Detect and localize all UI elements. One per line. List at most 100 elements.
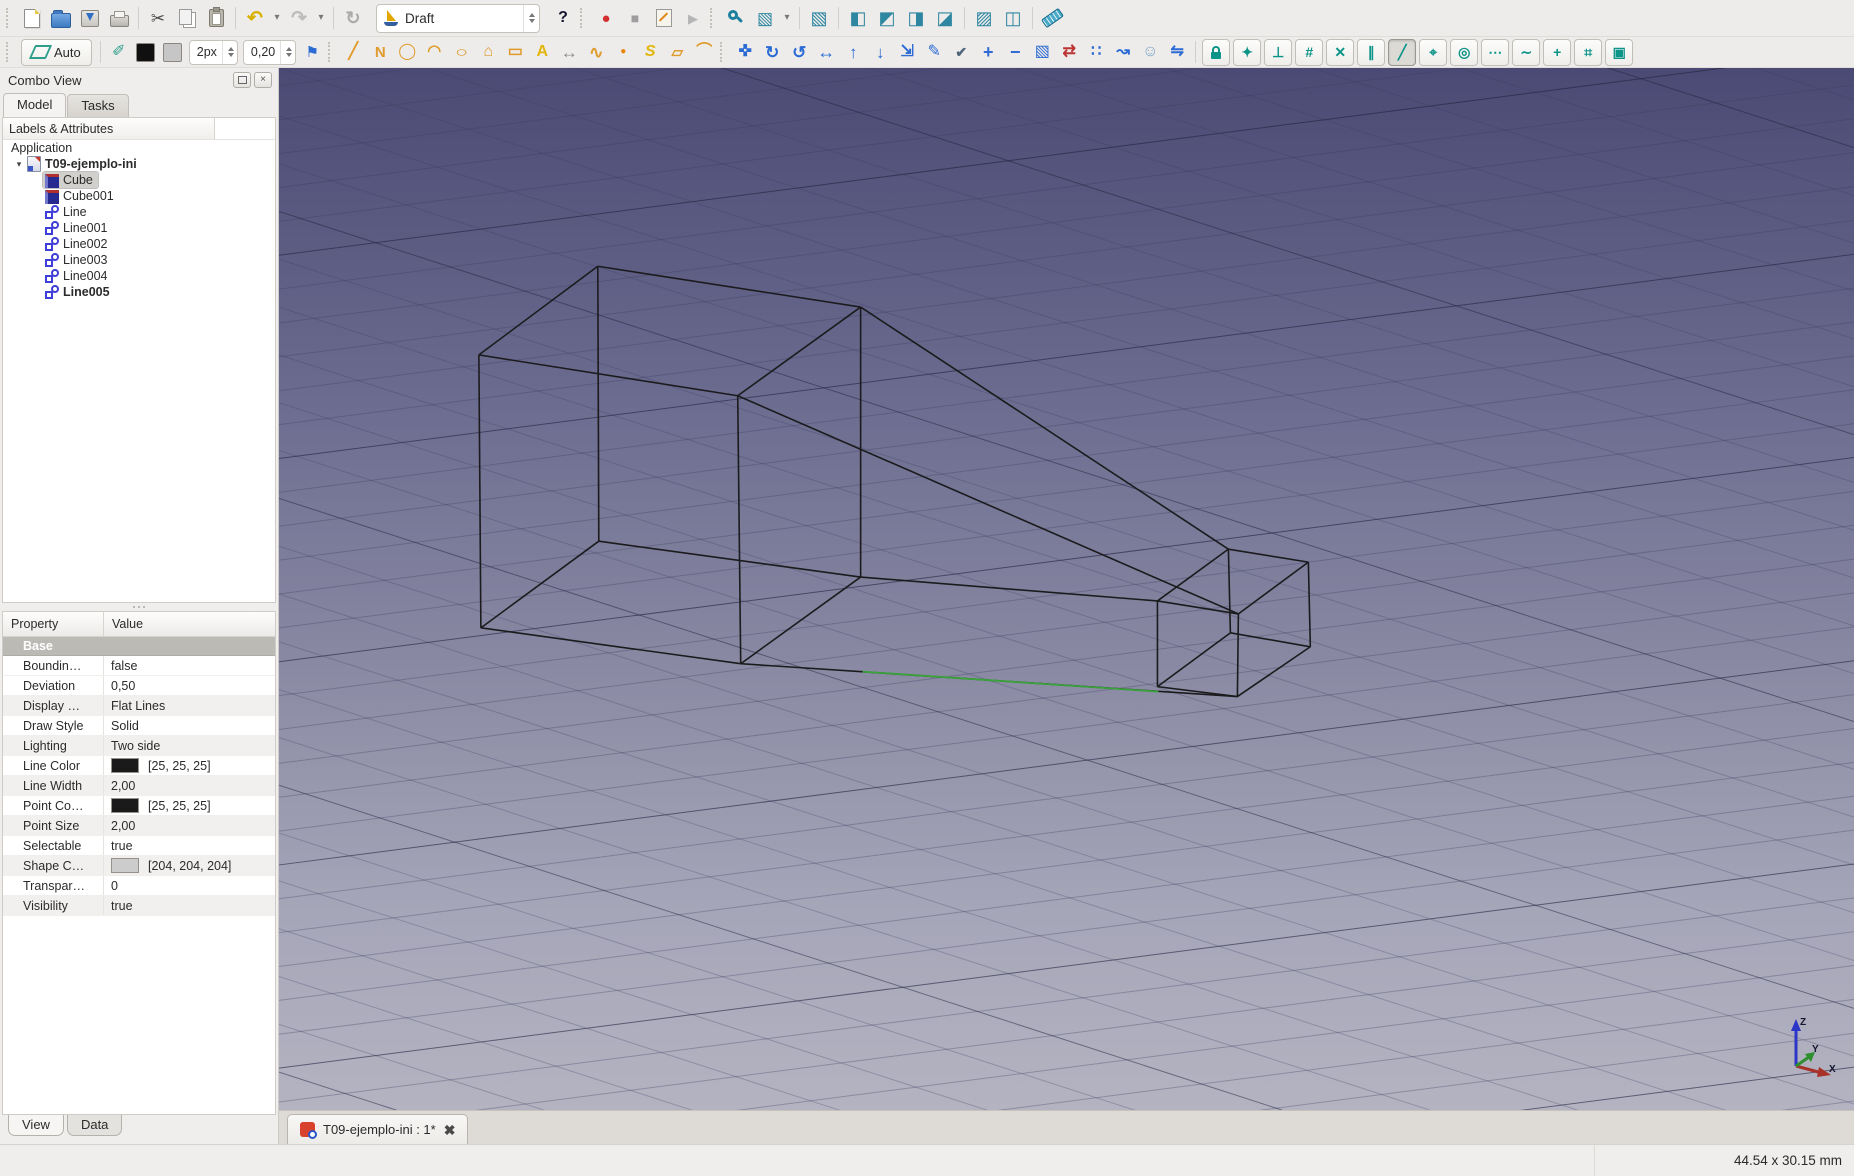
view-left[interactable]: ◫: [999, 4, 1027, 32]
property-row-point-co[interactable]: Point Co…[25, 25, 25]: [3, 796, 275, 816]
property-row-boundin[interactable]: Boundin…false: [3, 656, 275, 676]
view-top[interactable]: ◩: [873, 4, 901, 32]
draft-downgrade[interactable]: ↓: [867, 40, 893, 65]
draft-line[interactable]: ╱: [340, 40, 366, 65]
draft-scale[interactable]: ⇲: [894, 40, 920, 65]
tree-item-line[interactable]: Line: [3, 204, 275, 220]
property-value[interactable]: [25, 25, 25]: [104, 798, 275, 813]
face-color-swatch[interactable]: [160, 40, 186, 65]
property-row-selectable[interactable]: Selectabletrue: [3, 836, 275, 856]
snap-special[interactable]: ⋯: [1481, 39, 1509, 66]
property-row-display[interactable]: Display …Flat Lines: [3, 696, 275, 716]
tree-item-cube[interactable]: Cube: [3, 172, 275, 188]
snap-dimensions[interactable]: ⌗: [1574, 39, 1602, 66]
draft-move[interactable]: ✜: [732, 40, 758, 65]
tab-data[interactable]: Data: [67, 1115, 122, 1136]
redo-dropdown[interactable]: ▾: [314, 4, 328, 32]
snap-center[interactable]: ⌖: [1419, 39, 1447, 66]
draft-ellipse[interactable]: ○: [448, 40, 474, 65]
close-document-icon[interactable]: ✖: [444, 1123, 456, 1137]
toggle-construction-mode[interactable]: ✐: [106, 40, 132, 65]
expander-icon[interactable]: ▾: [13, 159, 25, 170]
draw-style-dropdown[interactable]: ▾: [780, 4, 794, 32]
draft-bezcurve[interactable]: ⌒: [691, 40, 717, 65]
wireframe-model[interactable]: [479, 266, 1310, 696]
draft-clone[interactable]: ☺: [1137, 40, 1163, 65]
property-row-line-color[interactable]: Line Color[25, 25, 25]: [3, 756, 275, 776]
snap-parallel[interactable]: ∥: [1357, 39, 1385, 66]
snap-angle[interactable]: ◎: [1450, 39, 1478, 66]
draft-shape2dview[interactable]: ▧: [1029, 40, 1055, 65]
panel-splitter[interactable]: [0, 603, 278, 611]
draft-rectangle[interactable]: ▭: [502, 40, 528, 65]
draft-bspline[interactable]: ∿: [583, 40, 609, 65]
document-tab[interactable]: T09-ejemplo-ini : 1* ✖: [287, 1114, 468, 1144]
property-value[interactable]: true: [104, 899, 275, 913]
tree-item-t09-ejemplo-ini[interactable]: ▾T09-ejemplo-ini: [3, 156, 275, 172]
view-bottom[interactable]: ▨: [970, 4, 998, 32]
apply-style[interactable]: ⚑: [299, 40, 325, 65]
tab-view[interactable]: View: [8, 1115, 64, 1136]
property-value[interactable]: 0,50: [104, 679, 275, 693]
draft-add-point[interactable]: +: [975, 40, 1001, 65]
property-row-shape-c[interactable]: Shape C…[204, 204, 204]: [3, 856, 275, 876]
property-value[interactable]: 2,00: [104, 779, 275, 793]
view-rear[interactable]: ◪: [931, 4, 959, 32]
paste[interactable]: [202, 4, 230, 32]
fit-all[interactable]: [722, 4, 750, 32]
tab-model[interactable]: Model: [3, 93, 66, 117]
draft-polygon[interactable]: ⌂: [475, 40, 501, 65]
property-group-base[interactable]: Base: [3, 637, 275, 656]
snap-intersection[interactable]: ✕: [1326, 39, 1354, 66]
column-header-property[interactable]: Property: [3, 612, 104, 636]
property-row-point-size[interactable]: Point Size2,00: [3, 816, 275, 836]
snap-grid[interactable]: #: [1295, 39, 1323, 66]
draft-arc[interactable]: ◠: [421, 40, 447, 65]
tree-item-line002[interactable]: Line002: [3, 236, 275, 252]
view-front[interactable]: ◧: [844, 4, 872, 32]
snap-perpendicular[interactable]: ⊥: [1264, 39, 1292, 66]
undo-dropdown[interactable]: ▾: [270, 4, 284, 32]
draft-dimension[interactable]: ↔: [556, 40, 582, 65]
draft-facebinder[interactable]: ▱: [664, 40, 690, 65]
cut[interactable]: ✂: [144, 4, 172, 32]
property-value[interactable]: [204, 204, 204]: [104, 858, 275, 873]
draft-text[interactable]: A: [529, 40, 555, 65]
draft-array[interactable]: ∷: [1083, 40, 1109, 65]
snap-ortho[interactable]: +: [1543, 39, 1571, 66]
draft-shapestring[interactable]: S: [637, 40, 663, 65]
property-value[interactable]: true: [104, 839, 275, 853]
tree-item-line004[interactable]: Line004: [3, 268, 275, 284]
property-value[interactable]: false: [104, 659, 275, 673]
new-document[interactable]: [18, 4, 46, 32]
draft-path-array[interactable]: ↝: [1110, 40, 1136, 65]
property-row-lighting[interactable]: LightingTwo side: [3, 736, 275, 756]
tree-item-line001[interactable]: Line001: [3, 220, 275, 236]
line-width-field[interactable]: 2px: [189, 40, 238, 65]
tree-item-application[interactable]: Application: [3, 140, 275, 156]
draft-delete-point[interactable]: −: [1002, 40, 1028, 65]
close-panel-button[interactable]: ×: [254, 72, 272, 88]
property-value[interactable]: 0: [104, 879, 275, 893]
draft-trimex[interactable]: ↔: [813, 40, 839, 65]
tree-item-line005[interactable]: Line005: [3, 284, 275, 300]
property-value[interactable]: 2,00: [104, 819, 275, 833]
draw-style[interactable]: ▧: [751, 4, 779, 32]
3d-scene[interactable]: [279, 68, 1854, 1110]
save-document[interactable]: [76, 4, 104, 32]
view-axonometric[interactable]: ▧: [805, 4, 833, 32]
snap-extension[interactable]: ╱: [1388, 39, 1416, 66]
tree-header-labels-attributes[interactable]: Labels & Attributes: [3, 118, 215, 139]
3d-viewport[interactable]: Z Y X: [279, 68, 1854, 1110]
draft-offset[interactable]: ↺: [786, 40, 812, 65]
snap-workingplane[interactable]: ▣: [1605, 39, 1633, 66]
property-row-visibility[interactable]: Visibilitytrue: [3, 896, 275, 916]
tab-tasks[interactable]: Tasks: [67, 94, 128, 117]
draft-circle[interactable]: ◯: [394, 40, 420, 65]
property-value[interactable]: [25, 25, 25]: [104, 758, 275, 773]
line-width-field-spinner[interactable]: [222, 41, 234, 64]
redo[interactable]: ↷: [285, 4, 313, 32]
draft-mirror[interactable]: ⇋: [1164, 40, 1190, 65]
print-document[interactable]: [105, 4, 133, 32]
refresh[interactable]: ↻: [339, 4, 367, 32]
